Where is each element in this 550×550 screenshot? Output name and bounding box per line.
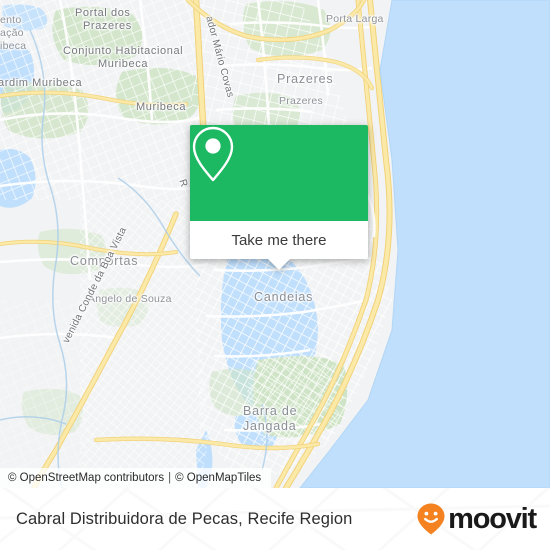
map-attribution: © OpenStreetMap contributors | © OpenMap… (0, 468, 272, 488)
map-page: ento ação ibeca Portal dos Prazeres Port… (0, 0, 550, 550)
moovit-smiley-pin-icon (417, 503, 445, 535)
footer-bar: Cabral Distribuidora de Pecas, Recife Re… (0, 488, 550, 550)
map-canvas[interactable]: ento ação ibeca Portal dos Prazeres Port… (0, 0, 550, 488)
location-popup[interactable]: Take me there (190, 125, 368, 270)
location-pin-icon (192, 126, 234, 182)
popup-header (190, 125, 368, 221)
moovit-logo[interactable]: moovit (416, 502, 537, 536)
attribution-openmaptiles[interactable]: © OpenMapTiles (175, 472, 261, 484)
take-me-there-label: Take me there (231, 231, 327, 249)
attribution-separator: | (168, 472, 172, 484)
page-title: Cabral Distribuidora de Pecas, Recife Re… (16, 509, 353, 528)
take-me-there-button[interactable]: Take me there (190, 221, 368, 259)
attribution-osm[interactable]: © OpenStreetMap contributors (8, 472, 164, 484)
moovit-logo-text: moovit (448, 502, 537, 535)
popup-pointer (268, 259, 290, 270)
